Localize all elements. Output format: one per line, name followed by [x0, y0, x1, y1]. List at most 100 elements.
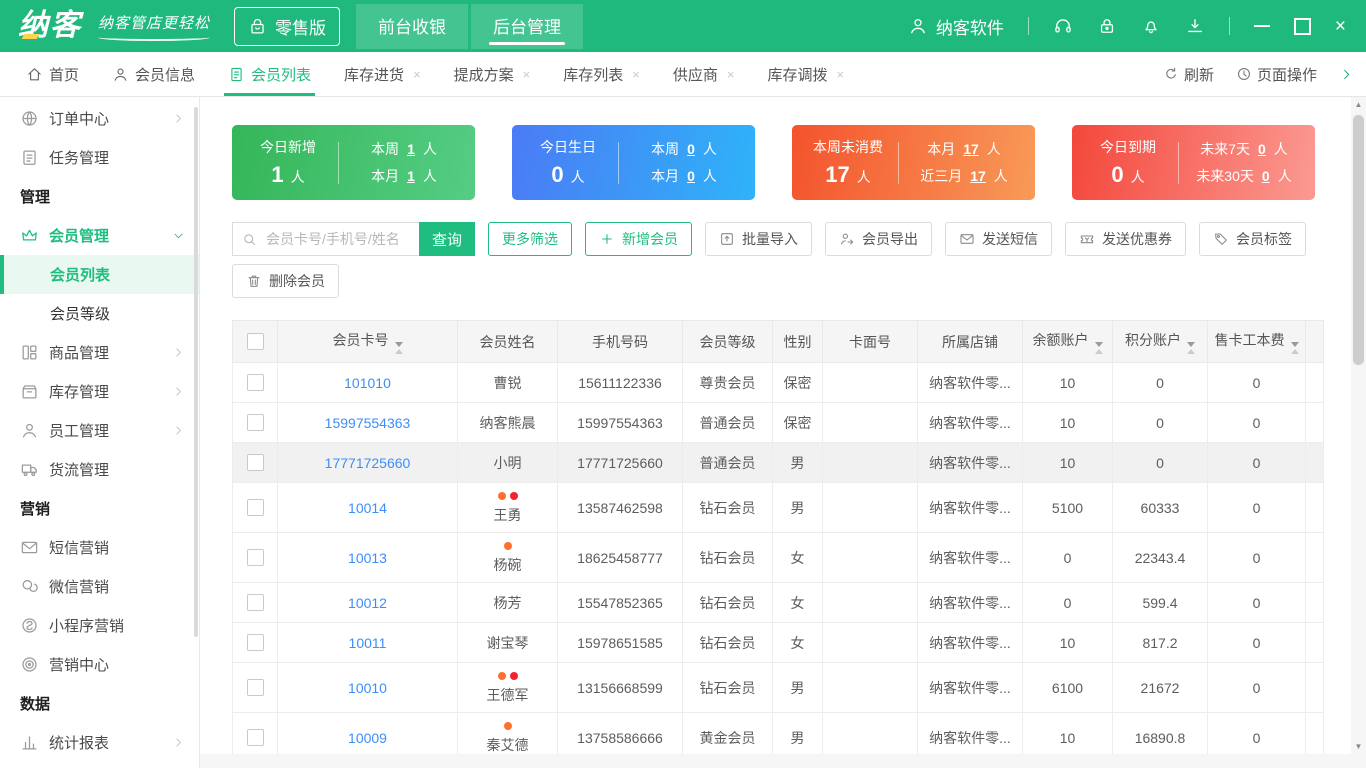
- stats-card[interactable]: 今日生日 0人 本周 0 人 本月 0 人: [512, 125, 755, 200]
- member-card-link[interactable]: 101010: [344, 375, 391, 391]
- stat-link[interactable]: 1: [407, 168, 415, 184]
- toolbar-button[interactable]: 批量导入: [705, 222, 812, 256]
- table-row[interactable]: 10010 王德军 13156668599 钻石会员 男 纳客软件零... 61…: [232, 662, 1324, 713]
- sidebar-item[interactable]: 微信营销: [0, 567, 199, 606]
- sidebar-item[interactable]: 短信营销: [0, 528, 199, 567]
- scroll-up-arrow[interactable]: ▲: [1351, 100, 1366, 109]
- row-checkbox[interactable]: [246, 499, 264, 517]
- stat-link[interactable]: 0: [687, 141, 695, 157]
- page-tab[interactable]: 会员列表: [224, 52, 316, 96]
- stat-link[interactable]: 17: [970, 168, 986, 184]
- table-row[interactable]: 10011 谢宝琴 15978651585 钻石会员 女 纳客软件零... 10…: [232, 622, 1324, 663]
- close-button[interactable]: ×: [1335, 17, 1346, 36]
- column-header[interactable]: 售卡工本费: [1207, 320, 1306, 363]
- edition-badge-button[interactable]: 零售版: [234, 6, 341, 46]
- bell-icon[interactable]: [1141, 16, 1161, 36]
- column-header[interactable]: 余额账户: [1022, 320, 1113, 363]
- stat-link[interactable]: 0: [687, 168, 695, 184]
- toolbar-button[interactable]: 会员标签: [1199, 222, 1306, 256]
- sidebar-item[interactable]: 统计报表: [0, 723, 199, 762]
- table-row[interactable]: 10014 王勇 13587462598 钻石会员 男 纳客软件零... 510…: [232, 482, 1324, 533]
- page-tab[interactable]: 首页: [26, 52, 79, 96]
- tab-close-icon[interactable]: ×: [413, 67, 421, 82]
- tab-close-icon[interactable]: ×: [523, 67, 531, 82]
- sidebar-item[interactable]: 订单中心: [0, 99, 199, 138]
- row-checkbox[interactable]: [246, 374, 264, 392]
- query-button[interactable]: 查询: [419, 222, 475, 256]
- vertical-scrollbar[interactable]: ▲ ▼: [1351, 97, 1366, 754]
- toolbar-button[interactable]: 发送短信: [945, 222, 1052, 256]
- sort-icon[interactable]: [394, 341, 403, 354]
- sort-icon[interactable]: [1290, 341, 1299, 354]
- row-checkbox[interactable]: [246, 594, 264, 612]
- sort-icon[interactable]: [1187, 341, 1195, 354]
- sidebar-item[interactable]: 货流管理: [0, 450, 199, 489]
- stat-link[interactable]: 0: [1258, 141, 1266, 157]
- minimize-button[interactable]: [1253, 25, 1270, 27]
- tabbar-expand-chevron[interactable]: [1339, 67, 1354, 82]
- row-checkbox[interactable]: [246, 679, 264, 697]
- member-card-link[interactable]: 10010: [348, 680, 387, 696]
- page-tab[interactable]: 提成方案 ×: [454, 52, 531, 96]
- sidebar-item[interactable]: 库存管理: [0, 372, 199, 411]
- member-card-link[interactable]: 17771725660: [325, 455, 411, 471]
- lock-icon[interactable]: [1097, 16, 1117, 36]
- sort-icon[interactable]: [1094, 341, 1103, 354]
- row-checkbox[interactable]: [246, 634, 264, 652]
- member-card-link[interactable]: 10013: [348, 550, 387, 566]
- page-tab[interactable]: 会员信息: [112, 52, 195, 96]
- table-row[interactable]: 101010 曹锐 15611122336 尊贵会员 保密 纳客软件零... 1…: [232, 362, 1324, 403]
- sidebar-item[interactable]: 数据分析: [0, 762, 199, 768]
- search-input[interactable]: [264, 230, 410, 248]
- member-card-link[interactable]: 10012: [348, 595, 387, 611]
- toolbar-button[interactable]: 更多筛选: [488, 222, 572, 256]
- sidebar-item[interactable]: 营销中心: [0, 645, 199, 684]
- page-tab[interactable]: 库存进货 ×: [344, 52, 421, 96]
- sidebar-item[interactable]: 小程序营销: [0, 606, 199, 645]
- tab-close-icon[interactable]: ×: [727, 67, 735, 82]
- column-header[interactable]: 积分账户: [1112, 320, 1208, 363]
- headset-icon[interactable]: [1053, 16, 1073, 36]
- row-checkbox[interactable]: [246, 549, 264, 567]
- member-card-link[interactable]: 15997554363: [325, 415, 411, 431]
- sidebar-item[interactable]: 会员等级: [0, 294, 199, 333]
- toolbar-button[interactable]: 发送优惠券: [1065, 222, 1186, 256]
- scrollbar-thumb[interactable]: [1353, 115, 1364, 365]
- tab-close-icon[interactable]: ×: [837, 67, 845, 82]
- table-row[interactable]: 15997554363 纳客熊晨 15997554363 普通会员 保密 纳客软…: [232, 402, 1324, 443]
- maximize-button[interactable]: [1293, 17, 1311, 35]
- sidebar-item[interactable]: 员工管理: [0, 411, 199, 450]
- stat-link[interactable]: 1: [407, 141, 415, 157]
- page-tab[interactable]: 供应商 ×: [673, 52, 735, 96]
- stats-card[interactable]: 本周未消费 17 人 本月 17 人 近三月 17 人: [792, 125, 1035, 200]
- refresh-button[interactable]: 刷新: [1163, 64, 1214, 85]
- sidebar-item[interactable]: 任务管理: [0, 138, 199, 177]
- table-row[interactable]: 10013 杨碗 18625458777 钻石会员 女 纳客软件零... 0 2…: [232, 532, 1324, 583]
- column-header[interactable]: 会员卡号: [277, 320, 458, 363]
- sidebar-item[interactable]: 会员列表: [0, 255, 199, 294]
- toolbar-button[interactable]: 删除会员: [232, 264, 339, 298]
- horizontal-scrollbar[interactable]: [200, 754, 1366, 768]
- page-tab[interactable]: 库存调拨 ×: [767, 52, 844, 96]
- account-menu[interactable]: 纳客软件: [908, 14, 1004, 39]
- row-checkbox[interactable]: [246, 454, 264, 472]
- sidebar-item[interactable]: 商品管理: [0, 333, 199, 372]
- download-icon[interactable]: [1185, 16, 1205, 36]
- page-actions-button[interactable]: 页面操作: [1236, 64, 1317, 85]
- scroll-down-arrow[interactable]: ▼: [1351, 742, 1366, 751]
- toolbar-button[interactable]: 新增会员: [585, 222, 692, 256]
- row-checkbox[interactable]: [246, 414, 264, 432]
- tab-close-icon[interactable]: ×: [632, 67, 640, 82]
- sidebar-item[interactable]: 会员管理: [0, 216, 199, 255]
- page-tab[interactable]: 库存列表 ×: [563, 52, 640, 96]
- stats-card[interactable]: 今日到期 0人 未来7天 0 人 未来30天 0 人: [1072, 125, 1315, 200]
- top-nav-tab[interactable]: 后台管理: [471, 3, 584, 49]
- member-card-link[interactable]: 10011: [349, 635, 387, 651]
- toolbar-button[interactable]: 会员导出: [825, 222, 932, 256]
- member-card-link[interactable]: 10009: [348, 730, 387, 746]
- member-card-link[interactable]: 10014: [348, 500, 387, 516]
- stat-link[interactable]: 0: [1262, 168, 1270, 184]
- stat-link[interactable]: 17: [963, 141, 979, 157]
- row-checkbox[interactable]: [246, 729, 264, 747]
- stats-card[interactable]: 今日新增 1人 本周 1 人 本月 1 人: [232, 125, 475, 200]
